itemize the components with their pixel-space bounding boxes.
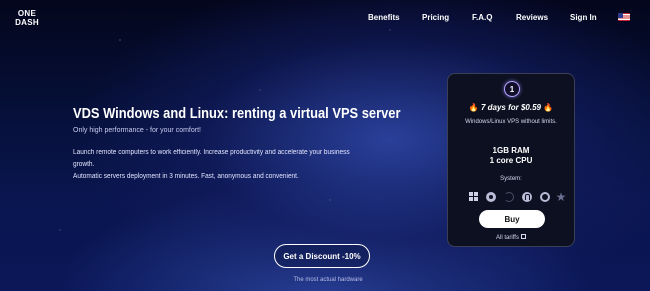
nav-benefits[interactable]: Benefits	[368, 13, 400, 23]
nav-pricing[interactable]: Pricing	[422, 13, 449, 23]
buy-button[interactable]: Buy	[479, 210, 545, 228]
all-tariffs-label: All tariffs	[496, 235, 519, 241]
plan-number-badge: 1	[504, 81, 520, 97]
fire-icon: 🔥	[543, 103, 554, 112]
hero-subtitle: Only high performance - for your comfort…	[73, 127, 201, 134]
all-tariffs-link[interactable]: All tariffs	[448, 234, 574, 241]
hero-title: VDS Windows and Linux: renting a virtual…	[73, 105, 401, 122]
plan-promo: 🔥 7 days for $0.59 🔥	[448, 103, 574, 112]
hero-description-line-2: Automatic servers deployment in 3 minute…	[73, 173, 299, 180]
us-flag-icon[interactable]	[618, 13, 630, 21]
logo-line-two: DASH	[15, 18, 39, 27]
freebsd-icon[interactable]	[540, 192, 550, 202]
fire-icon: 🔥	[468, 103, 479, 112]
hardware-note-text: The most actual hardware	[293, 277, 363, 283]
system-label: System:	[500, 176, 522, 182]
plan-os-line: Windows/Linux VPS without limits.	[465, 119, 557, 125]
ubuntu-icon[interactable]	[486, 192, 496, 202]
hardware-note: The most actual hardware	[0, 277, 650, 283]
logo-line-one: ONE	[17, 9, 37, 18]
external-link-icon	[520, 234, 526, 239]
plan-ram: 1GB RAM	[492, 146, 530, 155]
get-discount-button[interactable]: Get a Discount -10%	[274, 244, 370, 268]
debian-icon[interactable]	[504, 192, 514, 202]
onedash-logo[interactable]: ONE DASH	[13, 9, 41, 27]
fedora-icon[interactable]	[522, 192, 532, 202]
windows-icon[interactable]	[469, 192, 479, 202]
plan-promo-text: 7 days for $0.59	[480, 103, 542, 112]
nav-sign-in[interactable]: Sign In	[570, 13, 597, 23]
hero-description: Launch remote computers to work efficien…	[73, 147, 352, 183]
nav-reviews[interactable]: Reviews	[516, 13, 548, 23]
plan-cpu: 1 core CPU	[489, 156, 533, 165]
nav-faq[interactable]: F.A.Q	[472, 13, 492, 23]
plan-card: 1 🔥 7 days for $0.59 🔥 Windows/Linux VPS…	[447, 73, 575, 247]
os-selector: ★	[469, 191, 566, 204]
hero-description-line-1: Launch remote computers to work efficien…	[73, 149, 350, 168]
star-icon[interactable]: ★	[555, 191, 567, 203]
